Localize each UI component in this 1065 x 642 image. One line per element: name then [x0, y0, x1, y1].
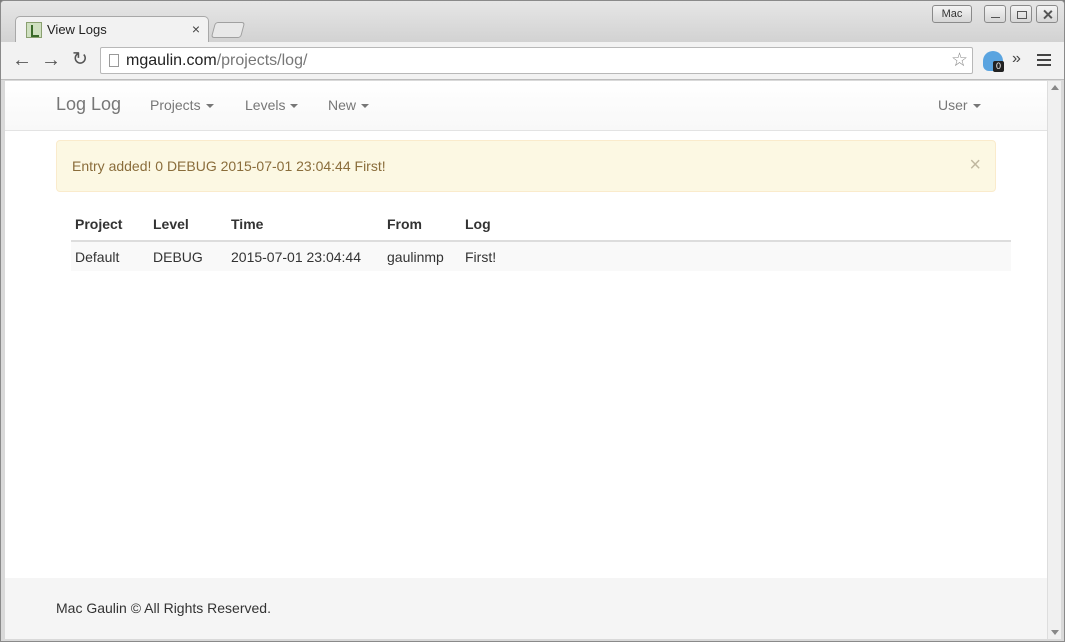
caret-down-icon [972, 104, 981, 109]
brand-logo[interactable]: Log Log [56, 94, 121, 115]
caret-down-icon [205, 104, 214, 109]
table-row: Default DEBUG 2015-07-01 23:04:44 gaulin… [71, 241, 1011, 271]
overflow-chevron-icon[interactable]: » [1012, 50, 1021, 68]
reload-icon[interactable]: ↻ [68, 49, 92, 73]
nav-projects-label: Projects [150, 97, 201, 113]
forward-arrow-icon[interactable]: → [39, 49, 63, 73]
caret-down-icon [290, 104, 299, 109]
ghost-extension-icon[interactable]: 0 [983, 51, 1004, 72]
nav-user-label: User [938, 97, 968, 113]
log-table: Project Level Time From Log Default DEBU… [71, 216, 1011, 271]
site-navbar: Log Log Projects Levels New User [5, 81, 1047, 131]
favicon-icon [26, 22, 42, 38]
column-header: Time [227, 216, 383, 242]
table-header-row: Project Level Time From Log [71, 216, 1011, 242]
tab-title: View Logs [47, 22, 107, 37]
column-header: Level [149, 216, 227, 242]
cell-from: gaulinmp [383, 241, 461, 271]
column-header: Log [461, 216, 1011, 242]
url-path: /projects/log/ [216, 52, 308, 69]
browser-toolbar: ← → ↻ mgaulin.com/projects/log/ ☆ 0 » [1, 42, 1064, 80]
extension-badge: 0 [993, 61, 1004, 72]
column-header: Project [71, 216, 149, 242]
page-icon [109, 54, 119, 67]
nav-levels[interactable]: Levels [245, 97, 299, 113]
tab-close-icon[interactable]: × [192, 21, 200, 37]
browser-window: View Logs × Mac ← → ↻ mgaulin.com/projec… [0, 0, 1065, 642]
nav-new-label: New [328, 97, 357, 113]
window-close-icon[interactable] [1036, 5, 1058, 23]
alert-message: Entry added! 0 DEBUG 2015-07-01 23:04:44… [72, 158, 386, 174]
nav-user[interactable]: User [938, 97, 981, 113]
page-footer: Mac Gaulin © All Rights Reserved. [5, 578, 1047, 639]
url-host: mgaulin.com [126, 52, 217, 69]
profile-button[interactable]: Mac [932, 5, 972, 23]
minimize-icon[interactable] [984, 5, 1006, 23]
tab-view-logs[interactable]: View Logs × [15, 16, 209, 43]
nav-levels-label: Levels [245, 97, 286, 113]
nav-new[interactable]: New [328, 97, 370, 113]
back-arrow-icon[interactable]: ← [10, 49, 34, 73]
tab-strip: View Logs × Mac [1, 1, 1064, 43]
alert-close-icon[interactable]: × [969, 154, 981, 177]
scroll-up-icon[interactable] [1051, 85, 1059, 90]
column-header: From [383, 216, 461, 242]
nav-projects[interactable]: Projects [150, 97, 214, 113]
cell-project: Default [71, 241, 149, 271]
vertical-scrollbar[interactable] [1047, 81, 1061, 639]
cell-level: DEBUG [149, 241, 227, 271]
page-viewport: Log Log Projects Levels New User Entry a… [5, 81, 1047, 639]
new-tab-button[interactable] [210, 22, 246, 38]
bookmark-star-icon[interactable]: ☆ [951, 49, 968, 72]
url-text[interactable]: mgaulin.com/projects/log/ [126, 52, 307, 70]
hamburger-menu-icon[interactable] [1037, 54, 1051, 68]
address-bar[interactable]: mgaulin.com/projects/log/ ☆ [100, 47, 973, 74]
footer-copyright: Mac Gaulin © All Rights Reserved. [56, 600, 271, 616]
cell-log: First! [461, 241, 1011, 271]
window-controls: Mac [932, 5, 1058, 23]
caret-down-icon [361, 104, 370, 109]
scroll-down-icon[interactable] [1051, 630, 1059, 635]
success-alert: Entry added! 0 DEBUG 2015-07-01 23:04:44… [56, 140, 996, 192]
maximize-icon[interactable] [1010, 5, 1032, 23]
cell-time: 2015-07-01 23:04:44 [227, 241, 383, 271]
